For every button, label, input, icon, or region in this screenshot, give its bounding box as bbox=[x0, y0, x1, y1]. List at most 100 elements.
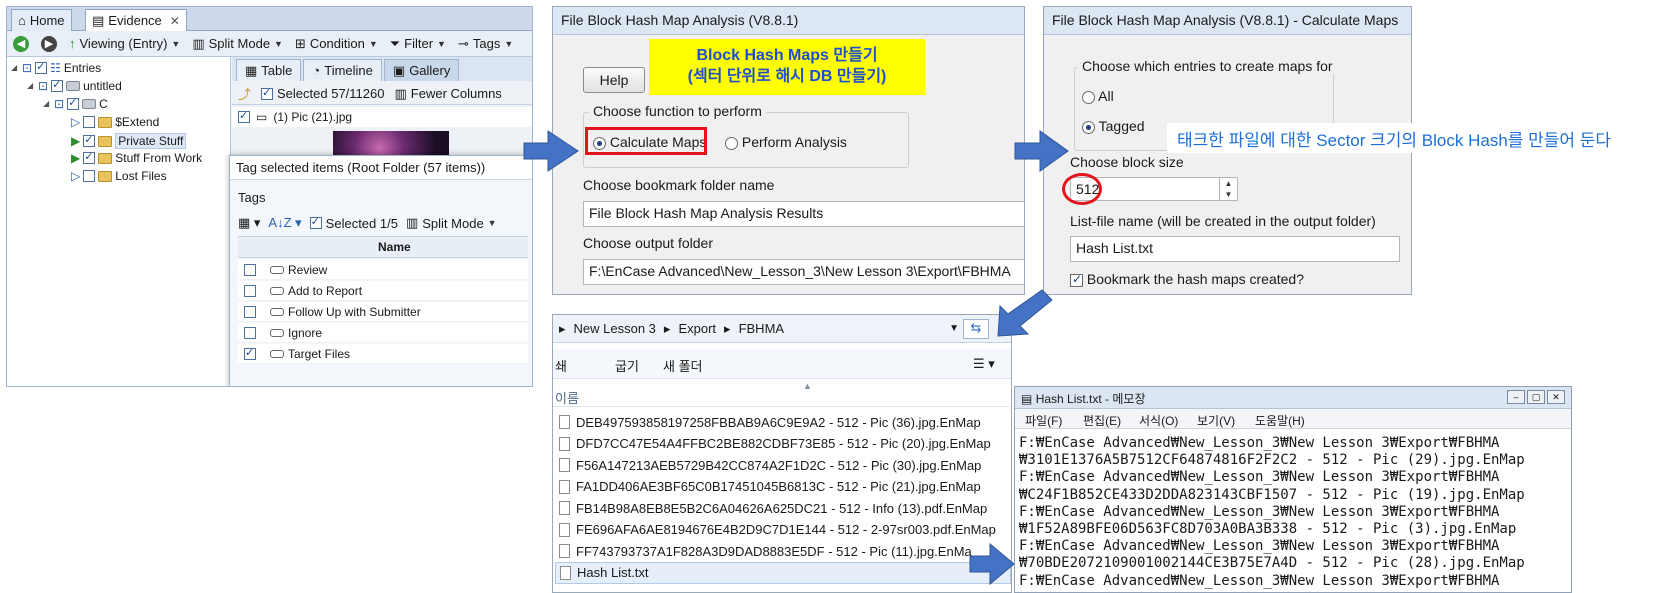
tree-node-entries[interactable]: ◢ ⊡ ☷ Entries bbox=[11, 60, 101, 75]
split-mode-dropdown[interactable]: ▥ Split Mode ▼ bbox=[406, 215, 497, 231]
tree-node-extend[interactable]: ▷ $Extend bbox=[71, 115, 159, 129]
tag-row[interactable]: Target Files bbox=[238, 344, 528, 364]
menu-edit[interactable]: 편집(E) bbox=[1083, 412, 1121, 429]
opt-perform-analysis[interactable]: Perform Analysis bbox=[725, 134, 847, 150]
collapse-icon[interactable]: ◢ bbox=[27, 82, 35, 90]
tag-checkbox[interactable] bbox=[244, 346, 256, 360]
checkbox-icon bbox=[1070, 272, 1083, 287]
command-bar: 쇄 굽기 새 폴더 ☰ ▾ bbox=[553, 349, 1011, 379]
menu-format[interactable]: 서식(O) bbox=[1139, 412, 1178, 429]
file-row[interactable]: FA1DD406AE3BF65C0B17451045B6813C - 512 -… bbox=[555, 476, 1011, 498]
tag-row[interactable]: Review bbox=[238, 260, 528, 280]
tag-checkbox[interactable] bbox=[244, 305, 256, 318]
tab-home[interactable]: ⌂ Home bbox=[11, 9, 72, 31]
close-icon[interactable]: ✕ bbox=[1547, 390, 1565, 404]
tree-node-lost-files[interactable]: ▷ Lost Files bbox=[71, 169, 167, 183]
gallery-checkbox[interactable] bbox=[238, 109, 250, 123]
refresh-icon[interactable]: ⇆ bbox=[963, 319, 989, 339]
forward-icon[interactable]: ▶ bbox=[41, 35, 57, 52]
file-icon bbox=[559, 522, 570, 537]
listfile-field[interactable]: Hash List.txt bbox=[1070, 236, 1400, 262]
filter-label: Filter bbox=[404, 36, 434, 51]
tag-checkbox[interactable] bbox=[244, 326, 256, 339]
block-size-spinner[interactable]: ▲ ▼ bbox=[1219, 178, 1237, 200]
chevron-right-icon: ▸ bbox=[559, 320, 566, 336]
sort-icon[interactable]: A↓Z ▾ bbox=[268, 215, 301, 231]
opt-all[interactable]: All bbox=[1082, 88, 1114, 104]
breadcrumb-item[interactable]: Export bbox=[678, 321, 716, 336]
bookmark-field[interactable]: File Block Hash Map Analysis Results bbox=[583, 201, 1024, 227]
tree-node-private-stuff[interactable]: ▶ Private Stuff bbox=[71, 133, 187, 149]
name-column-header[interactable]: 이름 ▲ bbox=[553, 381, 1011, 407]
cmd-new-folder[interactable]: 새 폴더 bbox=[663, 356, 703, 375]
grid-icon[interactable]: ▦ ▾ bbox=[238, 215, 260, 231]
opt-tagged[interactable]: Tagged bbox=[1082, 118, 1145, 134]
viewing-dropdown[interactable]: ↑ Viewing (Entry) ▼ bbox=[69, 36, 180, 51]
tab-timeline[interactable]: ◔ Timeline bbox=[303, 59, 382, 81]
minimize-icon[interactable]: – bbox=[1507, 390, 1525, 404]
view-options-icon[interactable]: ☰ ▾ bbox=[973, 356, 995, 372]
address-bar[interactable]: ▸ New Lesson 3 ▸ Export ▸ FBHMA bbox=[553, 315, 1011, 343]
fewer-columns-button[interactable]: ▥ Fewer Columns bbox=[394, 86, 501, 102]
tags-column-header[interactable]: Name bbox=[238, 236, 528, 258]
tree-checkbox[interactable] bbox=[83, 170, 96, 182]
tab-table[interactable]: ▦ Table bbox=[236, 59, 302, 81]
tag-checkbox[interactable] bbox=[244, 284, 256, 297]
selected-label: Selected 57/11260 bbox=[277, 86, 385, 101]
file-row[interactable]: Hash List.txt bbox=[555, 561, 1011, 584]
tree-checkbox[interactable] bbox=[83, 133, 96, 147]
tags-dropdown[interactable]: ⊸ Tags ▼ bbox=[458, 36, 513, 52]
filter-dropdown[interactable]: ⏷ Filter ▼ bbox=[390, 36, 446, 52]
node-icon: ▶ bbox=[71, 134, 81, 148]
entries-legend: Choose which entries to create maps for bbox=[1078, 58, 1337, 74]
file-row[interactable]: DFD7CC47E54A4FFBC2BE882CDBF73E85 - 512 -… bbox=[555, 433, 1011, 455]
file-row[interactable]: FB14B98A8EB8E5B2C6A04626A625DC21 - 512 -… bbox=[555, 497, 1011, 519]
tree-checkbox[interactable] bbox=[35, 60, 48, 74]
collapse-icon[interactable]: ◢ bbox=[43, 100, 51, 108]
cmd-burn[interactable]: 굽기 bbox=[615, 356, 639, 375]
breadcrumb-item[interactable]: New Lesson 3 bbox=[574, 321, 656, 336]
tree-checkbox[interactable] bbox=[83, 150, 96, 164]
tree-checkbox[interactable] bbox=[67, 96, 80, 110]
go-up-icon[interactable]: ⤴ bbox=[238, 84, 251, 103]
collapse-icon[interactable]: ◢ bbox=[11, 64, 19, 72]
split-mode-dropdown[interactable]: ▥ Split Mode ▼ bbox=[192, 36, 283, 52]
close-icon[interactable]: ✕ bbox=[170, 14, 180, 28]
selected-count[interactable]: Selected 57/11260 bbox=[261, 86, 384, 101]
output-field[interactable]: F:\EnCase Advanced\New_Lesson_3\New Less… bbox=[583, 259, 1024, 285]
chevron-down-icon[interactable]: ▼ bbox=[949, 323, 959, 334]
file-row[interactable]: F56A147213AEB5729B42CC874A2F1D2C - 512 -… bbox=[555, 454, 1011, 476]
maximize-icon[interactable]: ▢ bbox=[1527, 390, 1545, 404]
tag-row[interactable]: Add to Report bbox=[238, 281, 528, 301]
menu-file[interactable]: 파일(F) bbox=[1025, 412, 1062, 429]
notepad-window: ▤ Hash List.txt - 메모장 – ▢ ✕ 파일(F) 편집(E) … bbox=[1014, 386, 1572, 593]
menu-view[interactable]: 보기(V) bbox=[1197, 412, 1235, 429]
tag-row[interactable]: Ignore bbox=[238, 323, 528, 343]
condition-dropdown[interactable]: ⊞ Condition ▼ bbox=[295, 36, 378, 52]
bookmark-checkbox[interactable]: Bookmark the hash maps created? bbox=[1070, 271, 1304, 287]
tree-node-c[interactable]: ◢ ⊡ C bbox=[43, 96, 108, 111]
back-icon[interactable]: ◀ bbox=[13, 35, 29, 52]
tag-row[interactable]: Follow Up with Submitter bbox=[238, 302, 528, 322]
file-row[interactable]: DEB497593858197258FBBAB9A6C9E9A2 - 512 -… bbox=[555, 411, 1011, 433]
tag-checkbox[interactable] bbox=[244, 263, 256, 276]
breadcrumb-item[interactable]: FBHMA bbox=[739, 321, 785, 336]
menu-help[interactable]: 도움말(H) bbox=[1255, 412, 1305, 429]
selected-count[interactable]: Selected 1/5 bbox=[309, 215, 398, 231]
help-button[interactable]: Help bbox=[583, 67, 645, 93]
tree-node-stuff-from-work[interactable]: ▶ Stuff From Work bbox=[71, 150, 202, 165]
file-icon bbox=[560, 565, 571, 580]
chevron-down-icon: ▼ bbox=[437, 38, 446, 49]
tree-checkbox[interactable] bbox=[83, 116, 96, 128]
tab-evidence[interactable]: ▤ Evidence ✕ bbox=[85, 9, 187, 31]
file-row[interactable]: FF743793737A1F828A3D9DAD8883E5DF - 512 -… bbox=[555, 540, 1011, 562]
file-name: Hash List.txt bbox=[577, 565, 649, 580]
gallery-item[interactable]: ▭ (1) Pic (21).jpg bbox=[232, 107, 532, 127]
tree-node-untitled[interactable]: ◢ ⊡ untitled bbox=[27, 78, 122, 93]
tab-gallery[interactable]: ▣ Gallery bbox=[383, 59, 460, 81]
file-row[interactable]: FE696AFA6AE8194676E4B2D9C7D1E144 - 512 -… bbox=[555, 519, 1011, 541]
tree-checkbox[interactable] bbox=[51, 78, 64, 92]
notepad-text-area[interactable]: F:₩EnCase Advanced₩New_Lesson_3₩New Less… bbox=[1019, 435, 1571, 592]
radio-icon bbox=[725, 136, 738, 150]
cmd-print[interactable]: 쇄 bbox=[555, 356, 567, 375]
